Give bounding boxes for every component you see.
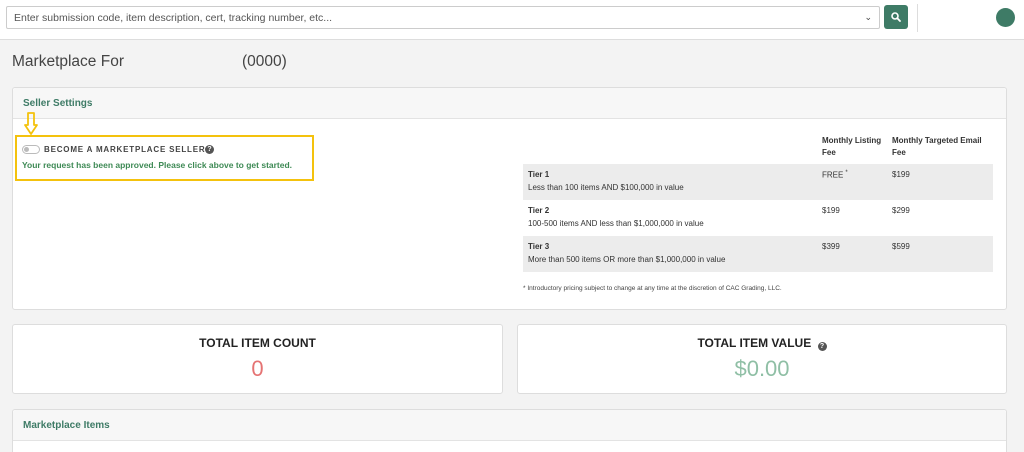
table-row: Tier 2 100-500 items AND less than $1,00… xyxy=(523,200,993,236)
total-item-value-label-row: TOTAL ITEM VALUE ? xyxy=(518,336,1006,351)
search-icon xyxy=(891,12,901,22)
search-box[interactable]: ⌄ xyxy=(6,6,880,29)
total-item-count-card: TOTAL ITEM COUNT 0 xyxy=(12,324,503,394)
tier-email-fee: $199 xyxy=(892,170,910,179)
chevron-down-icon[interactable]: ⌄ xyxy=(864,12,872,23)
footnote-mark: * xyxy=(845,170,848,176)
table-row: Tier 1 Less than 100 items AND $100,000 … xyxy=(523,164,993,200)
tier-listing-fee: $399 xyxy=(822,242,840,251)
user-avatar[interactable] xyxy=(996,8,1015,27)
total-item-value-card: TOTAL ITEM VALUE ? $0.00 xyxy=(517,324,1007,394)
marketplace-seller-toggle[interactable] xyxy=(22,145,40,154)
top-bar: ⌄ xyxy=(0,0,1024,40)
highlight-box xyxy=(15,135,314,181)
total-item-count-label: TOTAL ITEM COUNT xyxy=(199,336,316,350)
tier-description: Less than 100 items AND $100,000 in valu… xyxy=(528,183,684,192)
total-item-value-label: TOTAL ITEM VALUE xyxy=(697,336,812,350)
marketplace-items-card: Marketplace Items xyxy=(12,409,1007,452)
email-fee-header: Monthly Targeted Email Fee xyxy=(892,136,982,157)
tier-email-fee: $599 xyxy=(892,242,910,251)
tier-name: Tier 2 xyxy=(528,206,550,215)
tier-email-fee: $299 xyxy=(892,206,910,215)
marketplace-seller-label: BECOME A MARKETPLACE SELLER? xyxy=(44,145,212,154)
page-title: Marketplace For xyxy=(12,53,124,70)
tier-name: Tier 3 xyxy=(528,242,550,251)
pricing-footnote: * Introductory pricing subject to change… xyxy=(523,285,782,292)
arrow-down-icon xyxy=(24,112,38,135)
marketplace-items-header: Marketplace Items xyxy=(13,410,1006,441)
approval-message: Your request has been approved. Please c… xyxy=(22,160,293,170)
tier-listing-fee: $199 xyxy=(822,206,840,215)
tier-listing-fee: FREE * xyxy=(822,170,848,180)
search-button[interactable] xyxy=(884,5,908,29)
help-icon[interactable]: ? xyxy=(817,342,827,351)
total-item-count-value: 0 xyxy=(251,356,264,381)
search-input[interactable] xyxy=(7,7,857,28)
total-item-value-value: $0.00 xyxy=(734,356,790,381)
tier-listing-fee-value: FREE xyxy=(822,170,844,180)
toolbar-divider xyxy=(917,4,918,32)
tier-description: 100-500 items AND less than $1,000,000 i… xyxy=(528,219,704,228)
table-row: Tier 3 More than 500 items OR more than … xyxy=(523,236,993,272)
help-icon[interactable]: ? xyxy=(205,145,214,154)
tier-name: Tier 1 xyxy=(528,170,550,179)
seller-settings-header: Seller Settings xyxy=(13,88,1006,119)
listing-fee-header: Monthly Listing Fee xyxy=(822,136,882,157)
page-code: (0000) xyxy=(242,53,287,70)
tier-description: More than 500 items OR more than $1,000,… xyxy=(528,255,726,264)
